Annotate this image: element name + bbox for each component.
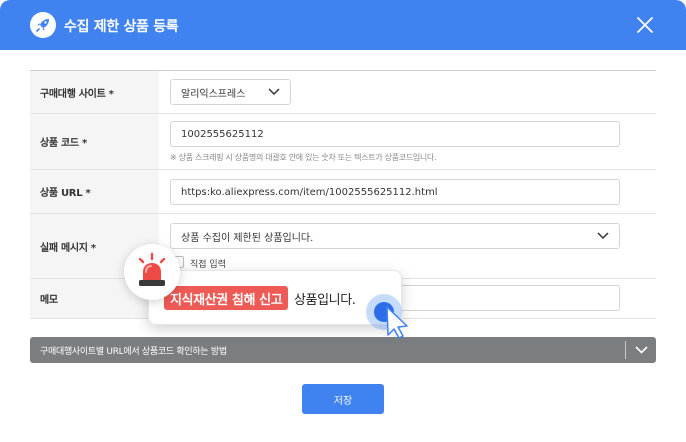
form-row-site: 구매대행 사이트 * 알리익스프레스 [30, 71, 656, 114]
fail-message-select[interactable]: 상품 수집이 제한된 상품입니다. [170, 223, 620, 249]
product-code-input[interactable]: 1002555625112 [170, 121, 620, 147]
form-row-product-code: 상품 코드 * 1002555625112 ※ 상품 스크래핑 시 상품명의 대… [30, 114, 656, 170]
site-select[interactable]: 알리익스프레스 [170, 79, 291, 105]
fail-message-value: 상품 수집이 제한된 상품입니다. [181, 232, 314, 244]
cursor-icon [362, 290, 422, 340]
report-text: 상품입니다. [294, 293, 356, 308]
guide-divider [625, 341, 626, 359]
site-select-value: 알리익스프레스 [181, 88, 246, 100]
form-table: 구매대행 사이트 * 알리익스프레스 상품 코드 * 1002555625112… [30, 70, 656, 319]
direct-input-label: 직접 입력 [190, 260, 226, 270]
chevron-down-icon [268, 88, 280, 96]
guide-toggle-button[interactable] [627, 337, 656, 363]
product-url-label: 상품 URL * [30, 170, 159, 213]
save-button[interactable]: 저장 [302, 384, 384, 414]
product-code-hint: ※ 상품 스크래핑 시 상품명의 대괄호 안에 있는 숫자 또는 텍스트가 상품… [170, 153, 437, 162]
siren-icon [124, 244, 180, 300]
chevron-down-icon [597, 232, 609, 240]
close-icon[interactable] [634, 14, 656, 36]
chevron-down-icon [635, 346, 648, 354]
register-dialog: 수집 제한 상품 등록 구매대행 사이트 * 알리익스프레스 상품 코드 * 1… [0, 0, 686, 442]
guide-text: 구매대행사이트별 URL에서 상품코드 확인하는 방법 [40, 347, 227, 357]
rocket-icon [30, 12, 56, 38]
dialog-header: 수집 제한 상품 등록 [0, 0, 686, 50]
dialog-title: 수집 제한 상품 등록 [64, 19, 179, 35]
product-url-value: https:ko.aliexpress.com/item/10025556251… [181, 186, 438, 198]
product-code-label: 상품 코드 * [30, 114, 159, 169]
guide-bar[interactable]: 구매대행사이트별 URL에서 상품코드 확인하는 방법 [30, 337, 656, 363]
report-tag: 지식재산권 침해 신고 [164, 286, 289, 310]
product-url-input[interactable]: https:ko.aliexpress.com/item/10025556251… [170, 179, 620, 205]
product-code-value: 1002555625112 [181, 128, 264, 140]
form-row-product-url: 상품 URL * https:ko.aliexpress.com/item/10… [30, 170, 656, 214]
site-label: 구매대행 사이트 * [30, 71, 159, 113]
